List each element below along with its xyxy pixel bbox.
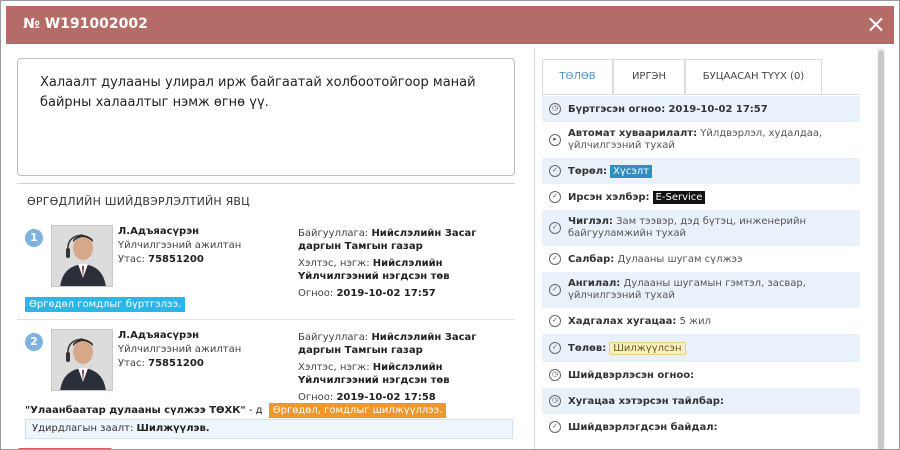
detail-row-status: ✓ Төлөв: Шилжүүлсэн: [542, 334, 860, 362]
tab-return-history[interactable]: БУЦААСАН ТҮҮХ (0): [685, 59, 822, 95]
date-line: Огноо: 2019-10-02 17:57: [298, 288, 436, 299]
person-info: Л.Адъяасүрэн Үйлчилгээний ажилтан Утас: …: [118, 225, 241, 267]
person-phone: Утас: 75851200: [118, 254, 204, 265]
detail-row-overdue: ◷ Хугацаа хэтэрсэн тайлбар:: [542, 388, 860, 414]
person-name: Л.Адъяасүрэн: [118, 330, 200, 341]
detail-row-category: ✓ Ангилал: Дулааны шугамын гэмтэл, засва…: [542, 272, 860, 308]
org-line: Байгууллага: Нийслэлийн Засаг даргын Там…: [298, 228, 477, 252]
detail-row-resolved-state: ✓ Шийдвэрлэгдсэн байдал:: [542, 414, 860, 440]
avatar: [51, 225, 113, 287]
dialog-window: № W191002002 × Халаалт дулааны улирал ир…: [0, 0, 900, 450]
check-circle-icon: ✓: [549, 342, 561, 354]
detail-row-auto-assign: ▸ Автомат хуваарилалт: Үйлдвэрлэл, худал…: [542, 122, 860, 158]
status-tag: Шилжүүлсэн: [609, 341, 686, 355]
process-step: 2 Л.Адъяасүрэн Үйлчилгээний ажилтан Утас…: [17, 321, 515, 441]
detail-row-registered: ◷ Бүртгэсэн огноо: 2019-10-02 17:57: [542, 96, 860, 122]
status-badge: Өргөдөл, гомдлыг шилжүүллээ.: [268, 403, 447, 418]
status-badge: Өргөдөл гомдлыг бүртгэлээ.: [25, 297, 186, 312]
check-circle-icon: ✓: [549, 253, 561, 265]
step-number: 2: [25, 333, 43, 351]
complaint-text: Халаалт дулааны улирал ирж байгаатай хол…: [40, 75, 476, 110]
transfer-target: "Улаанбаатар дулааны сүлжээ ТӨХК" - д Өр…: [25, 403, 447, 418]
person-name: Л.Адъяасүрэн: [118, 226, 200, 237]
tab-underline: [542, 94, 860, 95]
org-line: Байгууллага: Нийслэлийн Засаг даргын Там…: [298, 332, 477, 356]
process-section-title: ӨРГӨДЛИЙН ШИЙДВЭРЛЭЛТИЙН ЯВЦ: [27, 195, 250, 208]
person-role: Үйлчилгээний ажилтан: [118, 344, 242, 355]
check-circle-icon: ✓: [549, 421, 561, 433]
person-role: Үйлчилгээний ажилтан: [118, 240, 242, 251]
process-step: 1 Л.Адъяасүрэн Үйлчилгээний ажилтан Утас…: [17, 217, 515, 317]
complaint-text-box: Халаалт дулааны улирал ирж байгаатай хол…: [17, 58, 515, 176]
play-icon: ▸: [549, 134, 561, 146]
close-icon[interactable]: ×: [866, 10, 886, 38]
organization-info: Байгууллага: Нийслэлийн Засаг даргын Там…: [298, 227, 508, 300]
detail-row-resolved-date: ◷ Шийдвэрлэсэн огноо:: [542, 362, 860, 388]
tab-citizen[interactable]: ИРГЭН: [613, 59, 685, 95]
person-photo-icon: [52, 226, 112, 286]
channel-tag: E-Service: [652, 190, 706, 204]
clock-icon: ◷: [549, 103, 561, 115]
step-number: 1: [25, 229, 43, 247]
dialog-titlebar: № W191002002 ×: [6, 6, 894, 44]
scrollbar-thumb[interactable]: [878, 50, 884, 449]
tab-status[interactable]: ТӨЛӨВ: [542, 59, 613, 95]
clock-icon: ◷: [549, 395, 561, 407]
detail-row-branch: ✓ Салбар: Дулааны шугам сүлжээ: [542, 246, 860, 272]
detail-row-channel: ✓ Ирсэн хэлбэр: E-Service: [542, 184, 860, 210]
check-circle-icon: ✓: [549, 191, 561, 203]
dept-line: Хэлтэс, нэгж: Нийслэлийн Үйлчилгээний нэ…: [298, 258, 450, 282]
section-divider: [17, 183, 515, 184]
details-list: ◷ Бүртгэсэн огноо: 2019-10-02 17:57 ▸ Ав…: [542, 96, 860, 440]
person-info: Л.Адъяасүрэн Үйлчилгээний ажилтан Утас: …: [118, 329, 241, 371]
detail-row-direction: ✓ Чиглэл: Зам тээвэр, дэд бүтэц, инженер…: [542, 210, 860, 246]
person-phone: Утас: 75851200: [118, 358, 204, 369]
management-decision: Удирдлагын заалт: Шилжүүлэв.: [25, 419, 513, 439]
check-circle-icon: ✓: [549, 165, 561, 177]
detail-row-deadline: ✓ Хадгалах хугацаа: 5 жил: [542, 308, 860, 334]
dept-line: Хэлтэс, нэгж: Нийслэлийн Үйлчилгээний нэ…: [298, 362, 450, 386]
person-photo-icon: [52, 330, 112, 390]
avatar: [51, 329, 113, 391]
check-circle-icon: ✓: [549, 284, 561, 296]
detail-row-type: ✓ Төрөл: Хүсэлт: [542, 158, 860, 184]
step-divider: [17, 319, 515, 320]
type-tag: Хүсэлт: [610, 164, 653, 178]
dialog-title: № W191002002: [23, 16, 148, 32]
clock-icon: ◷: [549, 369, 561, 381]
check-circle-icon: ✓: [549, 315, 561, 327]
check-circle-icon: ✓: [549, 222, 561, 234]
organization-info: Байгууллага: Нийслэлийн Засаг даргын Там…: [298, 331, 508, 404]
